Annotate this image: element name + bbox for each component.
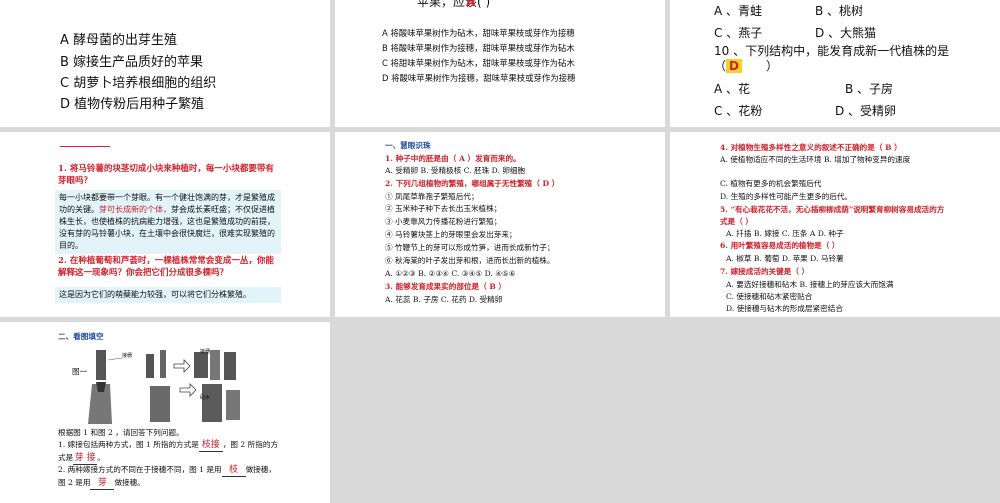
question-4-option: C. 植物有更多的机会繁殖后代 bbox=[720, 179, 822, 188]
option-b: B 、桃树 bbox=[815, 4, 864, 18]
option-d: D 、大熊猫 bbox=[815, 26, 877, 40]
option-a: A 、青蛙 bbox=[714, 4, 763, 18]
question-5-options: A. 扦插 B. 嫁接 C. 压条 A D. 种子 bbox=[726, 229, 844, 238]
question-7: 7. 嫁接成活的关键是（ ） bbox=[720, 267, 810, 276]
question-2-item: ④ 马铃薯块茎上的芽眼里会发出芽来； bbox=[385, 230, 517, 239]
question-2-item: ⑤ 竹鞭节上的芽可以形成竹笋，进而长成新竹子； bbox=[385, 243, 555, 252]
option-b: B 、子房 bbox=[845, 82, 894, 96]
question-2-item: ⑥ 秋海棠的叶子发出芽和根，进而长出新的植株。 bbox=[385, 256, 555, 265]
fill-question-1: 1. 嫁接包括两种方式，图 1 所指的方式是 枝接 ，图 2 所指的方式是芽 接。 bbox=[58, 439, 279, 465]
answer-highlight: D bbox=[726, 59, 742, 73]
option-c: C 、燕子 bbox=[714, 26, 763, 40]
fill-question-2: 2. 两种嫁接方式的不同在于接穗不同，图 1 是用枝做接穗，图 2 是用芽做接穗… bbox=[58, 464, 276, 490]
question-2-item: ① 凤尾草靠孢子繁殖后代； bbox=[385, 192, 479, 201]
question-7-option: D. 使接穗与砧木的形成层紧密结合 bbox=[726, 304, 843, 313]
question-3: 3. 能够发育成果实的部位是（ B ） bbox=[385, 282, 506, 291]
answer-2-box: 这是因为它们的萌蘖能力较强，可以将它们分株繁殖。 bbox=[55, 287, 281, 303]
question-2-item: ③ 小麦靠风力传播花粉进行繁殖； bbox=[385, 217, 502, 226]
answer-blank-1: 枝接 bbox=[198, 439, 223, 452]
scion-label-2: 接穗 bbox=[200, 349, 211, 355]
question-2: 2. 下列几组植物的繁殖，哪组属于无性繁殖（ D ） bbox=[385, 179, 560, 188]
figure-1-illustration bbox=[88, 350, 123, 424]
slide-thumbnail-6[interactable]: 4. 对植物生殖多样性之意义的叙述不正确的是（ B ） A. 使植物适应不同的生… bbox=[670, 132, 1000, 317]
question-1: 1. 将马铃薯的块茎切成小块来种植时，每一小块都要带有芽眼吗？ bbox=[58, 164, 274, 186]
answer-blank-3: 枝 bbox=[221, 464, 246, 477]
option-b: B 将酸味苹果树作为接穗，甜味苹果枝或芽作为砧木 bbox=[382, 43, 575, 53]
slide-thumbnail-4[interactable]: 1. 将马铃薯的块茎切成小块来种植时，每一小块都要带有芽眼吗？ 每一小块都要带一… bbox=[0, 132, 330, 317]
figure-2-illustration bbox=[146, 350, 240, 422]
option-a: A 将酸味苹果树作为砧木，甜味苹果枝或芽作为接穗 bbox=[382, 28, 575, 38]
question-2: 2. 在种植葡萄和芦荟时，一棵植株常常会变成一丛，你能解释这一现象吗？你会把它们… bbox=[58, 256, 274, 278]
question-10-answer: （D） bbox=[714, 59, 778, 73]
question-6-options: A. 椒草 B. 葡萄 D. 苹果 D. 马铃薯 bbox=[726, 254, 844, 263]
slide-thumbnail-3[interactable]: A 、青蛙 B 、桃树 C 、燕子 D 、大熊猫 10 、下列结构中，能发育成新… bbox=[670, 0, 1000, 127]
question-5: 5. “有心栽花花不活，无心插柳柳成荫”说明繁育柳树容易成活的方式是（ ） bbox=[720, 205, 945, 226]
rootstock-label: 砧木 bbox=[200, 395, 211, 401]
slide-thumbnail-7[interactable]: 二、看图填空 图一 接穗 接穗 砧木 根据图 1 和图 2 ，请回答下列问题。 … bbox=[0, 322, 330, 503]
option-d: D 、受精卵 bbox=[835, 104, 897, 118]
question-7-option: C. 使接穗和砧木紧密贴合 bbox=[726, 292, 813, 301]
option-d: D 植物传粉后用种子繁殖 bbox=[60, 97, 205, 112]
option-d: D 将酸味苹果树作为接穗，甜味苹果枝或芽作为接穗 bbox=[382, 73, 576, 83]
section-title: 二、看图填空 bbox=[58, 332, 104, 341]
question-1: 1. 种子中的胚是由（ A ）发育而来的。 bbox=[385, 154, 521, 163]
slide-thumbnail-2[interactable]: 苹果，应该( ) A A 将酸味苹果树作为砧木，甜味苹果枝或芽作为接穗 B 将酸… bbox=[335, 0, 665, 127]
section-title: 一、慧眼识珠 bbox=[385, 141, 431, 150]
scion-label: 接穗 bbox=[122, 353, 133, 359]
question-6: 6. 用叶繁殖容易成活的植物是（ ） bbox=[720, 241, 840, 250]
question-2-options: A. ①②③ B. ②③④ C. ③④⑤ D. ④⑤⑥ bbox=[385, 269, 516, 278]
question-4-option: D. 生殖的多样性可能产生更多的后代。 bbox=[720, 192, 853, 201]
question-3-options: A. 花蕊 B. 子房 C. 花药 D. 受精卵 bbox=[385, 295, 503, 304]
question-2-item: ② 玉米种子种下去长出玉米植株； bbox=[385, 204, 502, 213]
option-c: C 胡萝卜培养根细胞的组织 bbox=[60, 76, 217, 91]
option-c: C 将甜味苹果树作为砧木，甜味苹果枝或芽作为砧木 bbox=[382, 58, 575, 68]
answer-mark: A bbox=[466, 0, 476, 9]
option-a: A 酵母菌的出芽生殖 bbox=[60, 33, 178, 48]
question-7-option: A. 要选好接穗和砧木 B. 接穗上的芽应该大而饱满 bbox=[726, 280, 894, 289]
question-1-options: A. 受精卵 B. 受精极核 C. 胚珠 D. 卵细胞 bbox=[385, 166, 526, 175]
answer-blank-4: 芽 bbox=[90, 477, 115, 490]
answer-1-box: 每一小块都要带一个芽眼。有一个健壮饱满的芽，才是繁殖成功的关键。芽可长成新的个体… bbox=[55, 190, 281, 254]
option-c: C 、花粉 bbox=[714, 104, 763, 118]
option-b: B 嫁接生产品质好的苹果 bbox=[60, 55, 204, 70]
intro-text: 根据图 1 和图 2 ，请回答下列问题。 bbox=[58, 428, 184, 437]
option-a: A 、花 bbox=[714, 82, 751, 96]
question-4-option: A. 使植物适应不同的生活环境 B. 增加了物种变异的速度 bbox=[720, 155, 911, 164]
divider-line bbox=[60, 146, 110, 147]
question-tail: 苹果，应该( ) A bbox=[417, 0, 490, 10]
slide-thumbnail-5[interactable]: 一、慧眼识珠 1. 种子中的胚是由（ A ）发育而来的。 A. 受精卵 B. 受… bbox=[335, 132, 665, 317]
question-4: 4. 对植物生殖多样性之意义的叙述不正确的是（ B ） bbox=[720, 143, 902, 152]
slide-thumbnail-1[interactable]: A 酵母菌的出芽生殖 B 嫁接生产品质好的苹果 C 胡萝卜培养根细胞的组织 D … bbox=[0, 0, 330, 127]
